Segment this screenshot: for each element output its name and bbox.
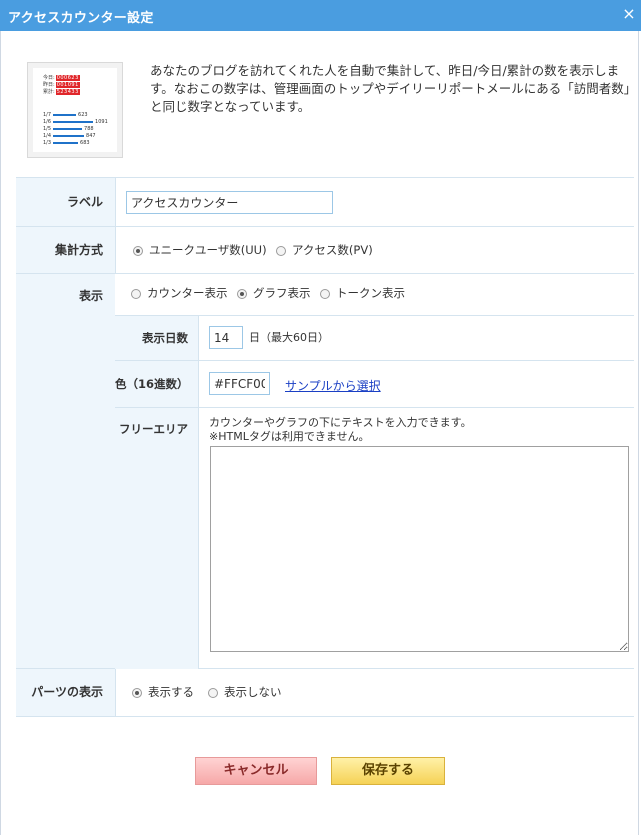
label-row-value [115,178,634,226]
radio-icon [208,687,218,698]
method-row: 集計方式 ユニークユーザ数(UU) アクセス数(PV) [16,227,634,274]
display-option-token[interactable]: トークン表示 [320,286,405,300]
days-value: 日（最大60日） [200,316,634,360]
dialog-titlebar: アクセスカウンター設定 × [0,0,641,31]
preview-graph-value: 847 [86,133,96,139]
preview-counter-label: 今日: [43,75,55,81]
cancel-button[interactable]: キャンセル [195,757,317,785]
parts-display-value: 表示する 表示しない [115,669,634,716]
preview-graph-bar [53,141,79,144]
preview-graph-bar [53,127,83,130]
preview-counter-label: 累計: [43,89,55,95]
method-option-uu[interactable]: ユニークユーザ数(UU) [133,227,267,273]
save-button[interactable]: 保存する [331,757,445,785]
radio-icon [320,288,330,299]
parts-option-show[interactable]: 表示する [132,669,194,716]
color-value: サンプルから選択 [200,361,634,407]
method-option-pv[interactable]: アクセス数(PV) [276,227,373,273]
color-input[interactable] [209,372,270,395]
days-input[interactable] [209,326,243,349]
preview-inner: 今日: 000623 昨日: 001091 累計: 523433 1/7 623 1/6… [33,68,117,152]
free-area-title: フリーエリア [115,408,199,669]
preview-graph-value: 1091 [95,119,108,125]
radio-icon [132,687,142,698]
free-area-textarea[interactable] [210,446,629,652]
parts-option-show-label: 表示する [148,685,194,699]
method-option-uu-label: ユニークユーザ数(UU) [149,243,267,257]
preview-counter-digits: 523433 [55,89,80,95]
method-option-pv-label: アクセス数(PV) [292,243,373,257]
parts-option-hide-label: 表示しない [224,685,282,699]
preview-graph-row: 1/6 1091 [43,119,108,125]
radio-icon [131,288,141,299]
label-input[interactable] [126,191,333,214]
preview-counter-row: 今日: 000623 [43,75,80,81]
method-row-title: 集計方式 [16,227,115,273]
color-subrow: 色（16進数） サンプルから選択 [115,360,634,407]
preview-graph-row: 1/4 847 [43,133,96,139]
display-row-title: 表示 [16,274,115,668]
preview-graph-value: 623 [78,112,88,118]
preview-graph-date: 1/5 [43,126,52,132]
radio-icon [133,245,143,256]
free-area-note-1: カウンターやグラフの下にテキストを入力できます。 [209,416,472,429]
radio-icon [237,288,247,299]
display-option-counter-label: カウンター表示 [147,286,228,300]
label-row: ラベル [16,178,634,227]
preview-graph-row: 1/7 623 [43,112,88,118]
preview-counter-row: 昨日: 001091 [43,82,80,88]
color-title: 色（16進数） [115,361,199,407]
days-title: 表示日数 [115,316,199,360]
preview-graph-date: 1/4 [43,133,52,139]
display-option-token-label: トークン表示 [336,286,405,300]
preview-counter-digits: 000623 [55,75,80,81]
parts-option-hide[interactable]: 表示しない [208,669,282,716]
preview-graph-value: 788 [84,126,94,132]
preview-counter-digits: 001091 [55,82,80,88]
days-subrow: 表示日数 日（最大60日） [115,315,634,360]
display-row: 表示 カウンター表示 グラフ表示 トークン表示 表示日数 日（最大60日） 色（… [16,274,634,669]
free-area-note-2: ※HTMLタグは利用できません。 [209,430,370,443]
display-option-counter[interactable]: カウンター表示 [131,286,228,300]
counter-preview-image: 今日: 000623 昨日: 001091 累計: 523433 1/7 623 1/6… [27,62,123,158]
description-text: あなたのブログを訪れてくれた人を自動で集計して、昨日/今日/累計の数を表示します… [150,63,631,114]
preview-graph-bar [53,134,85,137]
preview-graph-bar [53,113,77,116]
preview-counter-label: 昨日: [43,82,55,88]
preview-graph-bar [53,120,94,123]
preview-graph-row: 1/5 788 [43,126,94,132]
preview-graph-date: 1/6 [43,119,52,125]
radio-icon [276,245,286,256]
preview-graph-row: 1/3 683 [43,140,90,146]
free-area-subrow: フリーエリア カウンターやグラフの下にテキストを入力できます。 ※HTMLタグは… [115,407,634,669]
close-icon[interactable]: × [620,5,638,23]
display-option-graph[interactable]: グラフ表示 [237,286,311,300]
settings-form: ラベル 集計方式 ユニークユーザ数(UU) アクセス数(PV) 表示 カウンター… [16,177,634,717]
dialog-title: アクセスカウンター設定 [8,11,154,26]
days-suffix: 日（最大60日） [249,331,329,344]
parts-display-title: パーツの表示 [16,669,115,716]
parts-display-row: パーツの表示 表示する 表示しない [16,669,634,717]
preview-graph-value: 683 [80,140,90,146]
select-sample-link[interactable]: サンプルから選択 [285,377,381,394]
preview-counter-row: 累計: 523433 [43,89,80,95]
display-option-graph-label: グラフ表示 [253,286,311,300]
preview-graph-date: 1/7 [43,112,52,118]
label-row-title: ラベル [16,178,115,226]
free-area-value: カウンターやグラフの下にテキストを入力できます。 ※HTMLタグは利用できません… [200,408,634,669]
method-row-value: ユニークユーザ数(UU) アクセス数(PV) [115,227,634,273]
preview-graph-date: 1/3 [43,140,52,146]
